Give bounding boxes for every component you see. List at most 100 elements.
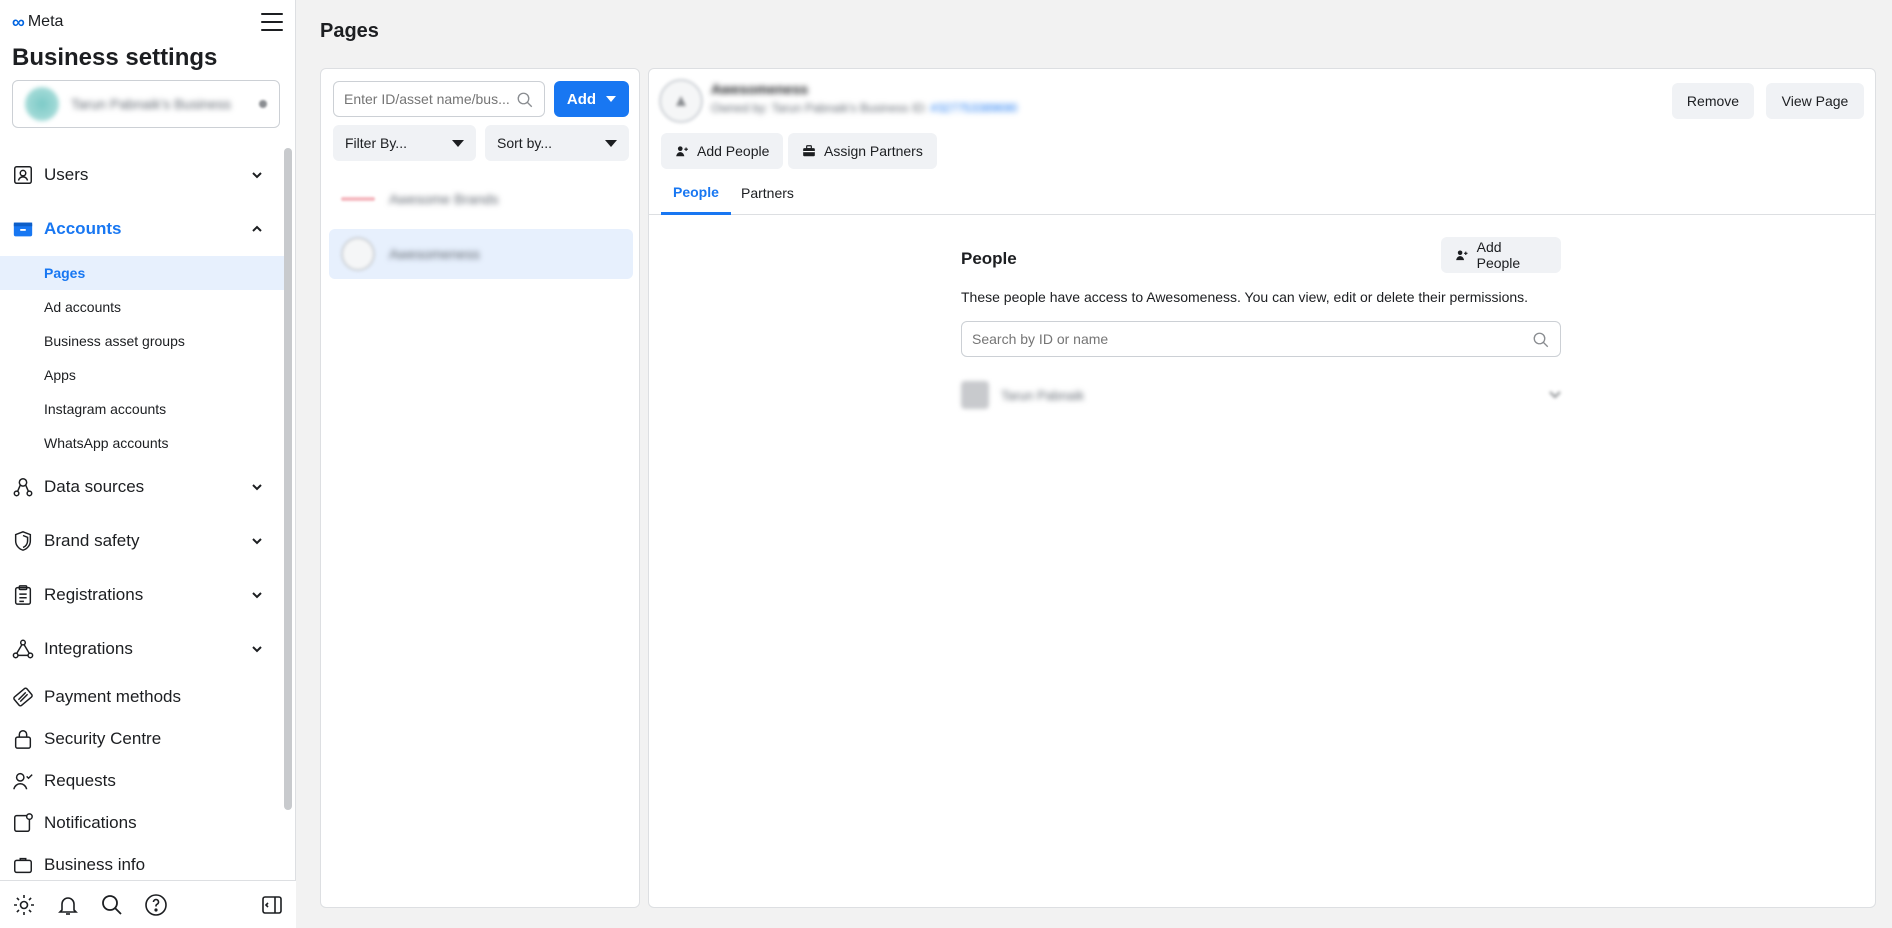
asset-item-selected[interactable]: Awesomeness: [329, 229, 633, 279]
add-people-label: Add People: [697, 143, 770, 159]
chevron-down-icon: [252, 538, 262, 545]
help-icon[interactable]: [144, 893, 168, 917]
asset-search-input[interactable]: [344, 91, 514, 107]
business-selector[interactable]: Tarun Pabnaik's Business: [12, 80, 280, 128]
asset-name: Awesomeness: [389, 246, 480, 262]
page-placeholder-icon: [676, 96, 686, 106]
business-name: Tarun Pabnaik's Business: [71, 96, 231, 112]
view-page-button[interactable]: View Page: [1766, 83, 1864, 119]
sidebar-subitem-business-asset-groups[interactable]: Business asset groups: [0, 324, 284, 358]
sidebar-top: ∞ Meta: [12, 12, 283, 32]
sidebar-item-registrations[interactable]: Registrations: [0, 568, 284, 622]
sort-label: Sort by...: [497, 135, 552, 151]
person-check-icon: [13, 772, 33, 790]
sidebar-item-security-centre[interactable]: Security Centre: [0, 718, 284, 760]
sidebar-item-label: Data sources: [44, 477, 145, 496]
chevron-down-icon: [252, 484, 262, 491]
sidebar-scrollbar[interactable]: [284, 148, 292, 810]
tab-partners[interactable]: Partners: [729, 171, 806, 215]
person-row[interactable]: Tarun Pabnaik: [961, 379, 1561, 411]
sidebar-item-label: Users: [44, 165, 89, 184]
page-avatar: [659, 79, 703, 123]
add-people-button[interactable]: Add People: [1441, 237, 1561, 273]
page-id[interactable]: #327753389690: [931, 101, 1018, 115]
users-icon: [14, 166, 32, 184]
add-person-icon: [676, 146, 688, 157]
add-button[interactable]: Add: [554, 81, 629, 117]
filter-dropdown[interactable]: Filter By...: [333, 125, 476, 161]
filter-label: Filter By...: [345, 135, 407, 151]
page-name: Awesomeness: [711, 81, 809, 97]
sidebar-subitem-instagram-accounts[interactable]: Instagram accounts: [0, 392, 284, 426]
sidebar-item-label: Notifications: [44, 813, 137, 832]
add-button-label: Add: [566, 90, 597, 108]
sidebar-nav: Users Accounts Pages Ad accounts Busines…: [0, 148, 284, 878]
sort-dropdown[interactable]: Sort by...: [485, 125, 629, 161]
people-search[interactable]: [961, 321, 1561, 357]
briefcase-icon: [13, 222, 33, 237]
sidebar-subitem-pages[interactable]: Pages: [0, 256, 284, 290]
people-search-input[interactable]: [972, 331, 1512, 347]
sidebar-item-integrations[interactable]: Integrations: [0, 622, 284, 676]
asset-thumbnail: [341, 237, 375, 271]
lock-icon: [14, 730, 32, 749]
page-owner: Owned by: Tarun Pabnaik's Business ID: #…: [711, 101, 1017, 115]
sidebar-subitem-apps[interactable]: Apps: [0, 358, 284, 392]
add-people-label: Add People: [1476, 239, 1521, 271]
sidebar-item-notifications[interactable]: Notifications: [0, 802, 284, 844]
sidebar-item-business-info[interactable]: Business info: [0, 844, 284, 878]
asset-list-panel: Add Filter By... Sort by... Awesome Bran…: [320, 68, 640, 908]
meta-logo[interactable]: ∞ Meta: [12, 13, 63, 31]
search-icon[interactable]: [100, 893, 124, 917]
chevron-down-icon: [252, 172, 262, 179]
assign-partners-button[interactable]: Assign Partners: [788, 133, 937, 169]
asset-search[interactable]: [333, 81, 545, 117]
shield-icon: [14, 531, 32, 551]
bell-icon[interactable]: [56, 893, 80, 917]
data-sources-icon: [13, 478, 33, 497]
gear-icon[interactable]: [12, 893, 36, 917]
person-name: Tarun Pabnaik: [1001, 387, 1085, 403]
credit-card-icon: [13, 687, 33, 707]
add-person-icon: [1456, 250, 1468, 261]
sidebar-item-users[interactable]: Users: [0, 148, 284, 202]
chevron-down-icon: [252, 646, 262, 653]
sidebar-item-payment-methods[interactable]: Payment methods: [0, 676, 284, 718]
sidebar-item-requests[interactable]: Requests: [0, 760, 284, 802]
sidebar-footer: [0, 880, 296, 928]
sidebar-title: Business settings: [12, 44, 218, 71]
sidebar-item-data-sources[interactable]: Data sources: [0, 460, 284, 514]
sidebar-item-label: Requests: [44, 771, 116, 790]
sidebar-subitem-ad-accounts[interactable]: Ad accounts: [0, 290, 284, 324]
sidebar-item-label: Payment methods: [44, 687, 182, 706]
integrations-icon: [12, 639, 34, 659]
chevron-down-icon: [259, 100, 267, 108]
asset-detail-panel: Awesomeness Owned by: Tarun Pabnaik's Bu…: [648, 68, 1876, 908]
sidebar: ∞ Meta Business settings Tarun Pabnaik's…: [0, 0, 296, 928]
person-avatar: [961, 381, 989, 409]
add-people-button[interactable]: Add People: [661, 133, 784, 169]
chevron-down-icon: [1549, 391, 1561, 399]
asset-thumbnail: [341, 197, 375, 201]
remove-button[interactable]: Remove: [1672, 83, 1754, 119]
chevron-up-icon: [252, 225, 262, 232]
asset-item[interactable]: Awesome Brands: [329, 174, 633, 224]
owner-text: Owned by: Tarun Pabnaik's Business: [711, 101, 909, 115]
search-icon: [1533, 332, 1549, 348]
page-title: Pages: [320, 20, 379, 42]
sidebar-subitem-whatsapp-accounts[interactable]: WhatsApp accounts: [0, 426, 284, 460]
menu-icon[interactable]: [261, 13, 283, 31]
tab-people[interactable]: People: [661, 171, 731, 215]
caret-down-icon: [605, 140, 617, 147]
chevron-down-icon: [252, 592, 262, 599]
people-description: These people have access to Awesomeness.…: [961, 289, 1529, 305]
people-title: People: [961, 249, 1017, 268]
search-icon: [517, 92, 533, 108]
detail-tabs: People Partners: [649, 171, 1875, 215]
assign-partners-label: Assign Partners: [824, 143, 923, 159]
asset-name: Awesome Brands: [389, 191, 499, 207]
sidebar-item-brand-safety[interactable]: Brand safety: [0, 514, 284, 568]
sidebar-item-accounts[interactable]: Accounts: [0, 202, 284, 256]
sidebar-toggle-icon[interactable]: [260, 893, 284, 917]
sidebar-item-label: Brand safety: [44, 531, 140, 550]
